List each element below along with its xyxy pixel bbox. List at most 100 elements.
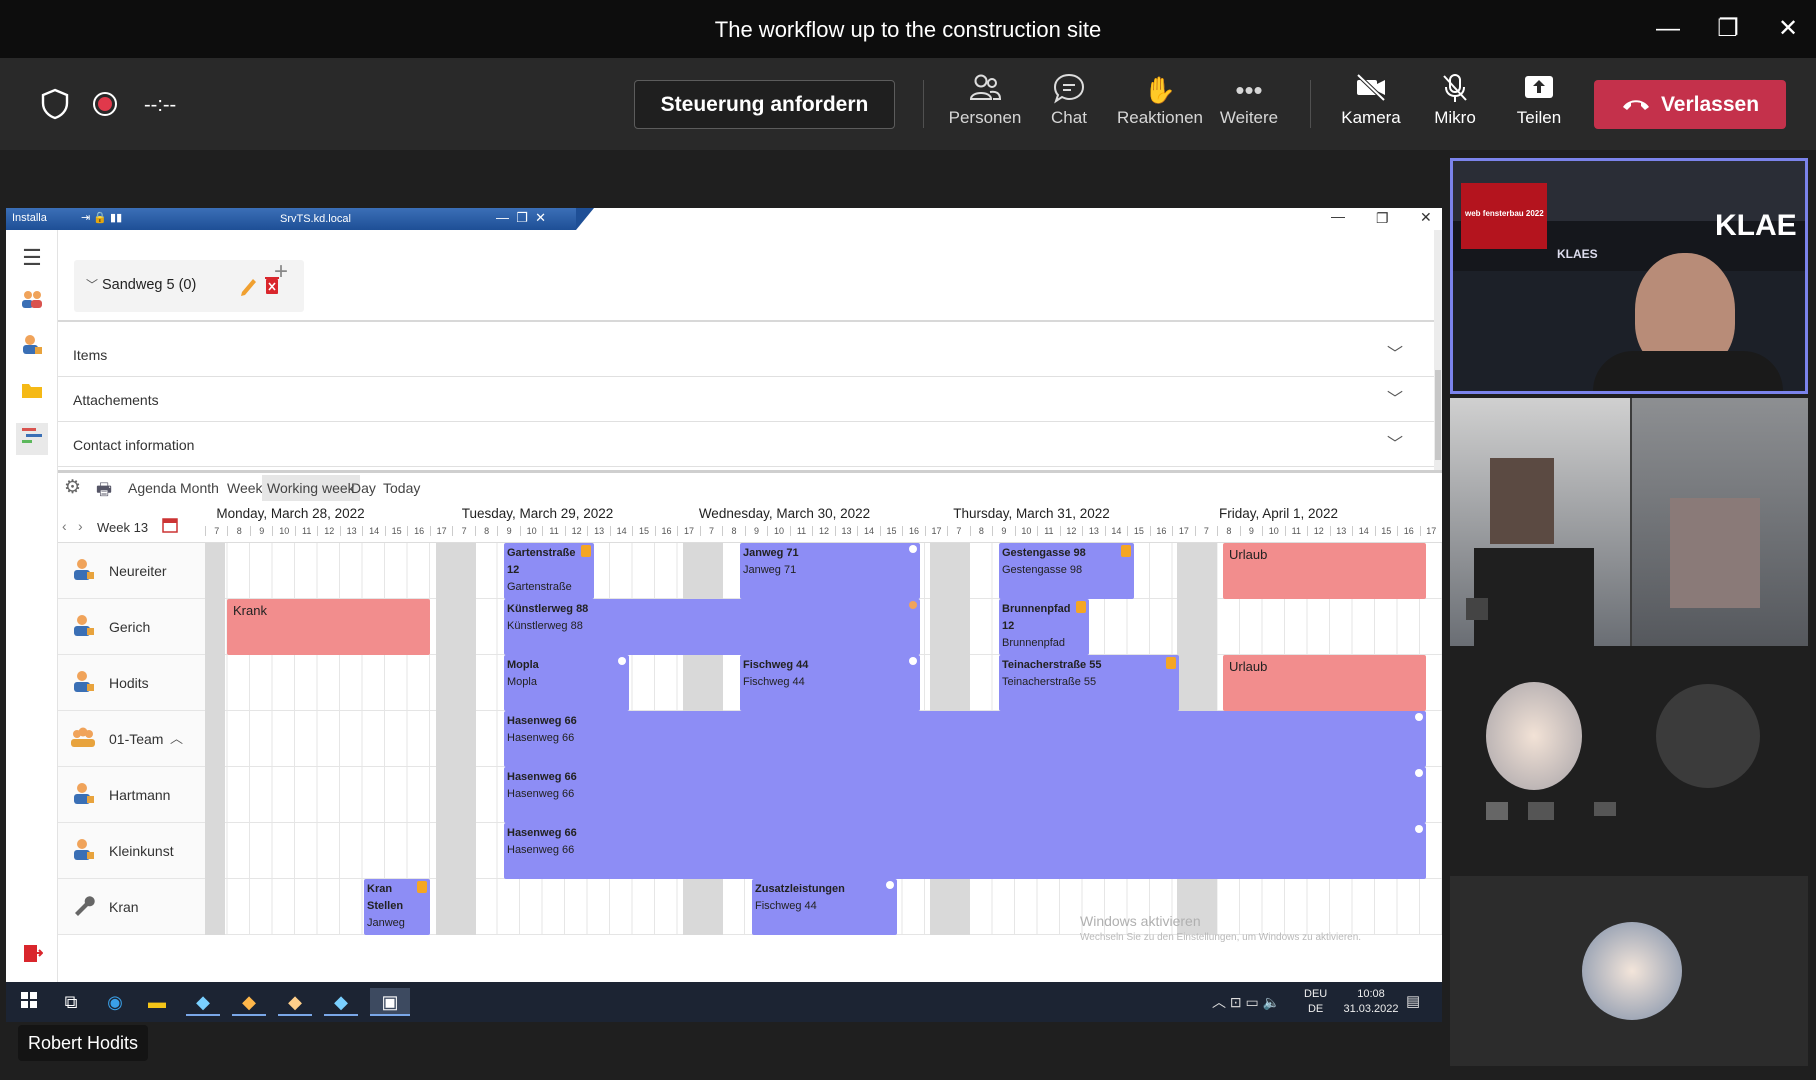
view-today[interactable]: Today	[378, 475, 425, 501]
remote-app-icon[interactable]: ▣	[370, 988, 410, 1016]
remote-window-controls[interactable]: — ❐ ✕	[496, 210, 546, 226]
share-icon	[1494, 72, 1584, 108]
request-control-button[interactable]: Steuerung anfordern	[634, 80, 895, 129]
event-mopla[interactable]: Mopla Mopla	[504, 655, 629, 711]
resource-hartmann[interactable]: Hartmann	[58, 767, 205, 823]
shield-icon[interactable]	[40, 88, 70, 120]
event-teinacherstrasse[interactable]: Teinacherstraße 55 Teinacherstraße 55	[999, 655, 1179, 711]
scrollbar[interactable]	[1434, 230, 1442, 470]
logout-icon[interactable]	[16, 942, 48, 974]
app-maximize-button[interactable]: ❐	[1376, 210, 1389, 227]
resource-neureiter[interactable]: Neureiter	[58, 543, 205, 599]
app-icon-4[interactable]: ◆	[324, 988, 358, 1016]
meeting-toolbar: --:-- Steuerung anfordern Personen Chat …	[0, 58, 1816, 150]
edge-browser-icon[interactable]: ◉	[98, 988, 132, 1016]
resource-hodits[interactable]: Hodits	[58, 655, 205, 711]
video-tile-active-speaker[interactable]: web fensterbau 2022 KLAE KLAES	[1450, 158, 1808, 394]
maximize-button[interactable]: ❐	[1708, 12, 1748, 46]
pin-icon[interactable]: ⇥ 🔒 ▮▮	[81, 211, 122, 224]
view-month[interactable]: Month	[175, 475, 224, 501]
windows-taskbar: ⧉ ◉ ▬ ◆ ◆ ◆ ◆ ▣ ︿ ⊡ ▭ 🔈 DEU DE 10:08 31.…	[6, 982, 1442, 1022]
chevron-down-icon[interactable]: ﹀	[86, 276, 98, 293]
chat-button[interactable]: Chat	[1024, 72, 1114, 128]
windows-start-icon[interactable]	[12, 988, 46, 1016]
settings-icon[interactable]: ⚙	[64, 476, 81, 499]
event-urlaub[interactable]: Urlaub	[1223, 543, 1426, 599]
notifications-icon[interactable]: ▤	[1406, 992, 1420, 1010]
resource-kran[interactable]: Kran	[58, 879, 205, 935]
video-tile-participant-1[interactable]	[1450, 398, 1808, 646]
employees-icon[interactable]	[16, 288, 48, 320]
remote-desktop-bar[interactable]: Installa ⇥ 🔒 ▮▮ SrvTS.kd.local — ❐ ✕	[6, 208, 594, 230]
input-language-code: DEU	[1304, 988, 1328, 1000]
hour-tick: 12	[1059, 526, 1082, 536]
video-tile-participant-3[interactable]	[1450, 876, 1808, 1066]
chevron-up-icon[interactable]: ︿	[170, 728, 183, 747]
event-krank[interactable]: Krank	[227, 599, 430, 655]
section-contact[interactable]: Contact information ﹀	[58, 423, 1438, 467]
camera-off-icon	[1326, 72, 1416, 108]
app-icon-2[interactable]: ◆	[232, 988, 266, 1016]
event-janweg[interactable]: Janweg 71 Janweg 71	[740, 543, 920, 599]
event-hasenweg[interactable]: Hasenweg 66 Hasenweg 66	[504, 767, 1426, 823]
hour-tick: 10	[1014, 526, 1037, 536]
edit-icon[interactable]	[238, 274, 258, 301]
video-tile-participants-2[interactable]	[1450, 650, 1808, 860]
event-brunnenpfad[interactable]: Brunnenpfad 12 Brunnenpfad	[999, 599, 1089, 655]
event-gestengasse[interactable]: Gestengasse 98 Gestengasse 98	[999, 543, 1134, 599]
app-close-button[interactable]: ✕	[1420, 209, 1432, 226]
event-hasenweg[interactable]: Hasenweg 66 Hasenweg 66	[504, 823, 1426, 879]
view-day[interactable]: Day	[346, 475, 381, 501]
task-view-icon[interactable]: ⧉	[54, 988, 88, 1016]
input-language[interactable]: DEU DE	[1304, 987, 1327, 1017]
resource-gerich[interactable]: Gerich	[58, 599, 205, 655]
app-icon-1[interactable]: ◆	[186, 988, 220, 1016]
resource-kleinkunst[interactable]: Kleinkunst	[58, 823, 205, 879]
hour-tick: 16	[654, 526, 677, 536]
event-urlaub[interactable]: Urlaub	[1223, 655, 1426, 711]
event-zusatzleistungen[interactable]: Zusatzleistungen Fischweg 44	[752, 879, 897, 935]
worker-icon[interactable]	[16, 333, 48, 365]
share-button[interactable]: Teilen	[1494, 72, 1584, 128]
minimize-button[interactable]: —	[1648, 12, 1688, 46]
view-agenda[interactable]: Agenda	[123, 475, 181, 501]
event-hasenweg[interactable]: Hasenweg 66 Hasenweg 66	[504, 711, 1426, 767]
more-button[interactable]: ••• Weitere	[1204, 72, 1294, 128]
event-title: Teinacherstraße 55	[1002, 659, 1102, 671]
folder-icon[interactable]	[16, 378, 48, 410]
file-explorer-icon[interactable]: ▬	[140, 988, 174, 1016]
section-attachments[interactable]: Attachements ﹀	[58, 378, 1438, 422]
view-week[interactable]: Week	[222, 475, 268, 501]
meeting-timer: --:--	[144, 94, 177, 116]
event-kuenstlerweg[interactable]: Künstlerweg 88 Künstlerweg 88	[504, 599, 920, 655]
hamburger-menu-icon[interactable]: ☰	[16, 242, 48, 274]
add-icon[interactable]: +	[274, 258, 288, 286]
resource-team[interactable]: 01-Team ︿	[58, 711, 205, 767]
hour-tick: 15	[1374, 526, 1397, 536]
clock[interactable]: 10:08 31.03.2022	[1336, 987, 1406, 1017]
previous-week-button[interactable]: ‹	[62, 518, 67, 534]
people-button[interactable]: Personen	[940, 72, 1030, 128]
hour-tick: 9	[744, 526, 767, 536]
mic-button[interactable]: Mikro	[1410, 72, 1500, 128]
section-items[interactable]: Items ﹀	[58, 333, 1438, 377]
app-minimize-button[interactable]: —	[1331, 208, 1345, 224]
project-card[interactable]: ﹀ Sandweg 5 (0)	[74, 260, 304, 312]
event-fischweg[interactable]: Fischweg 44 Fischweg 44	[740, 655, 920, 711]
chat-icon	[1024, 72, 1114, 108]
event-title: Mopla	[507, 659, 539, 671]
close-button[interactable]: ✕	[1768, 12, 1808, 46]
lock-icon	[1121, 545, 1131, 557]
status-dot-icon	[618, 657, 626, 665]
reactions-button[interactable]: ✋ Reaktionen	[1114, 72, 1206, 128]
camera-button[interactable]: Kamera	[1326, 72, 1416, 128]
hour-tick: 8	[1217, 526, 1239, 536]
planner-icon[interactable]	[16, 423, 48, 455]
event-gartenstrasse[interactable]: Gartenstraße 12 Gartenstraße	[504, 543, 594, 599]
next-week-button[interactable]: ›	[78, 518, 83, 534]
event-kran[interactable]: Kran Stellen Janweg	[364, 879, 430, 935]
tray-icons[interactable]: ︿ ⊡ ▭ 🔈	[1212, 992, 1280, 1012]
worker-icon	[70, 781, 96, 807]
app-icon-3[interactable]: ◆	[278, 988, 312, 1016]
leave-button[interactable]: Verlassen	[1594, 80, 1786, 129]
